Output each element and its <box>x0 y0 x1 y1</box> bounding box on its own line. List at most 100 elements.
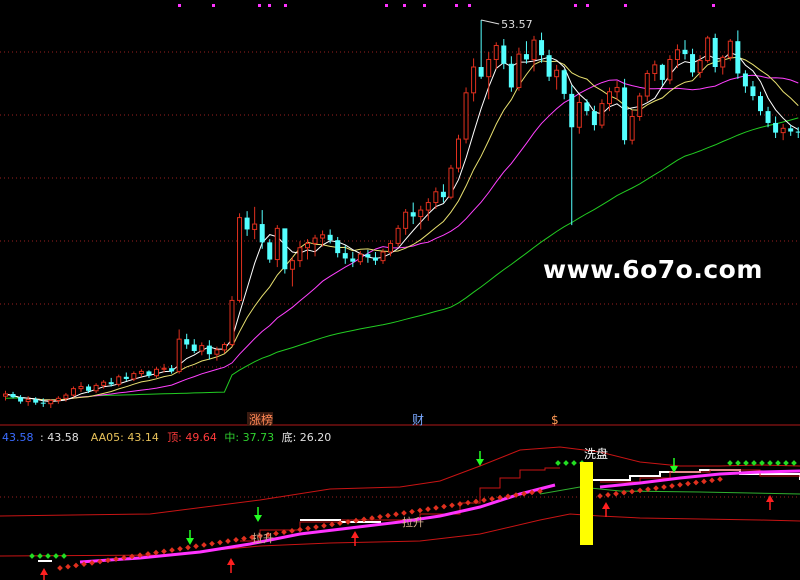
red-dot <box>709 477 715 484</box>
red-dot <box>177 545 183 552</box>
candle-up <box>433 191 439 204</box>
lasheng-label: 拉升 <box>252 531 274 545</box>
peak-leader <box>481 19 500 25</box>
up-arrow <box>40 568 48 575</box>
green-dot <box>735 460 741 466</box>
down-arrow <box>254 515 262 522</box>
red-dot <box>661 484 667 490</box>
green-dot <box>563 460 569 466</box>
top-dot <box>423 4 426 7</box>
candle-down <box>335 240 341 254</box>
candle-up <box>214 349 220 355</box>
candle-down <box>108 382 114 385</box>
candle-down <box>282 228 288 270</box>
candle-down <box>561 70 567 94</box>
candle-up <box>395 227 401 244</box>
red-dot <box>329 521 335 528</box>
candle-up <box>25 398 31 403</box>
top-dot <box>258 4 261 7</box>
red-dot <box>685 480 691 487</box>
candle-down <box>146 371 152 376</box>
candle-up <box>161 367 167 370</box>
candle-down <box>350 258 356 262</box>
top-dot <box>712 4 715 7</box>
chart-canvas: 53.57 www.6o7o.com 涨榜 财 $43.58: 43.58 AA05: 4… <box>0 4 800 580</box>
candle-up <box>667 58 673 81</box>
candle-down <box>569 93 575 128</box>
top-dot <box>268 4 271 7</box>
red-dot <box>653 485 659 491</box>
candle-up <box>697 60 703 73</box>
candle-down <box>539 40 545 56</box>
ma10-line <box>5 56 799 401</box>
candle-down <box>591 111 597 126</box>
candle-down <box>365 254 371 258</box>
candle-up <box>418 209 424 218</box>
red-dot <box>693 479 699 486</box>
candle-down <box>342 253 348 259</box>
indicator-value: 顶: 49.64 <box>167 431 217 444</box>
top-dot <box>284 4 287 7</box>
candle-up <box>229 299 235 346</box>
red-dot <box>161 548 167 555</box>
kline-chart: 53.57 www.6o7o.com 涨榜 财 $43.58: 43.58 AA05: 4… <box>0 0 800 580</box>
candle-up <box>176 338 182 372</box>
candle-up <box>252 223 258 230</box>
red-dot <box>57 565 63 571</box>
candle-down <box>267 242 273 260</box>
red-dot <box>637 487 643 494</box>
red-dot <box>73 562 79 569</box>
candle-down <box>86 386 92 391</box>
candle-up <box>493 44 499 60</box>
marker-cai: 财 <box>412 413 424 427</box>
red-dot <box>465 499 471 506</box>
red-dot <box>105 557 111 564</box>
band-mid <box>539 486 800 495</box>
candle-down <box>327 234 333 241</box>
candle-down <box>788 128 794 132</box>
red-dot <box>613 490 619 497</box>
marker-dollar: $ <box>551 413 559 427</box>
red-dot <box>677 481 683 488</box>
red-dot <box>321 522 327 529</box>
red-dot <box>457 501 463 507</box>
candle-down <box>184 339 190 345</box>
candle-up <box>576 102 582 128</box>
candle-up <box>720 56 726 68</box>
candle-down <box>622 87 628 141</box>
candle-up <box>55 397 61 401</box>
red-dot <box>305 525 311 532</box>
green-dot <box>555 460 561 466</box>
candle-up <box>554 69 560 78</box>
candle-up <box>154 368 159 377</box>
candle-up <box>357 253 363 263</box>
candle-up <box>599 103 605 126</box>
candle-down <box>682 49 688 55</box>
top-dot <box>403 4 406 7</box>
green-dot <box>791 460 797 466</box>
red-dot <box>185 544 191 551</box>
candle-up <box>93 384 99 392</box>
candle-down <box>690 54 696 73</box>
candle-down <box>712 37 718 68</box>
indicator-value: 中: 37.73 <box>224 431 274 444</box>
down-arrow <box>186 538 194 545</box>
candle-down <box>750 86 756 97</box>
candle-down <box>40 402 46 404</box>
top-dot <box>624 4 627 7</box>
indicator-value: 43.58 <box>2 431 34 444</box>
candle-up <box>199 345 205 352</box>
indicator-value: AA05: 43.14 <box>91 431 159 444</box>
top-dot <box>212 4 215 7</box>
red-dot <box>433 505 439 511</box>
candle-up <box>637 95 643 117</box>
red-dot <box>377 513 383 520</box>
candle-up <box>274 227 280 261</box>
lasheng-label: 拉升 <box>402 515 424 529</box>
red-dot <box>233 537 239 543</box>
candle-up <box>63 394 69 399</box>
candle-up <box>705 37 711 62</box>
green-dot <box>45 553 51 559</box>
candle-up <box>221 344 227 351</box>
candle-up <box>380 251 386 262</box>
